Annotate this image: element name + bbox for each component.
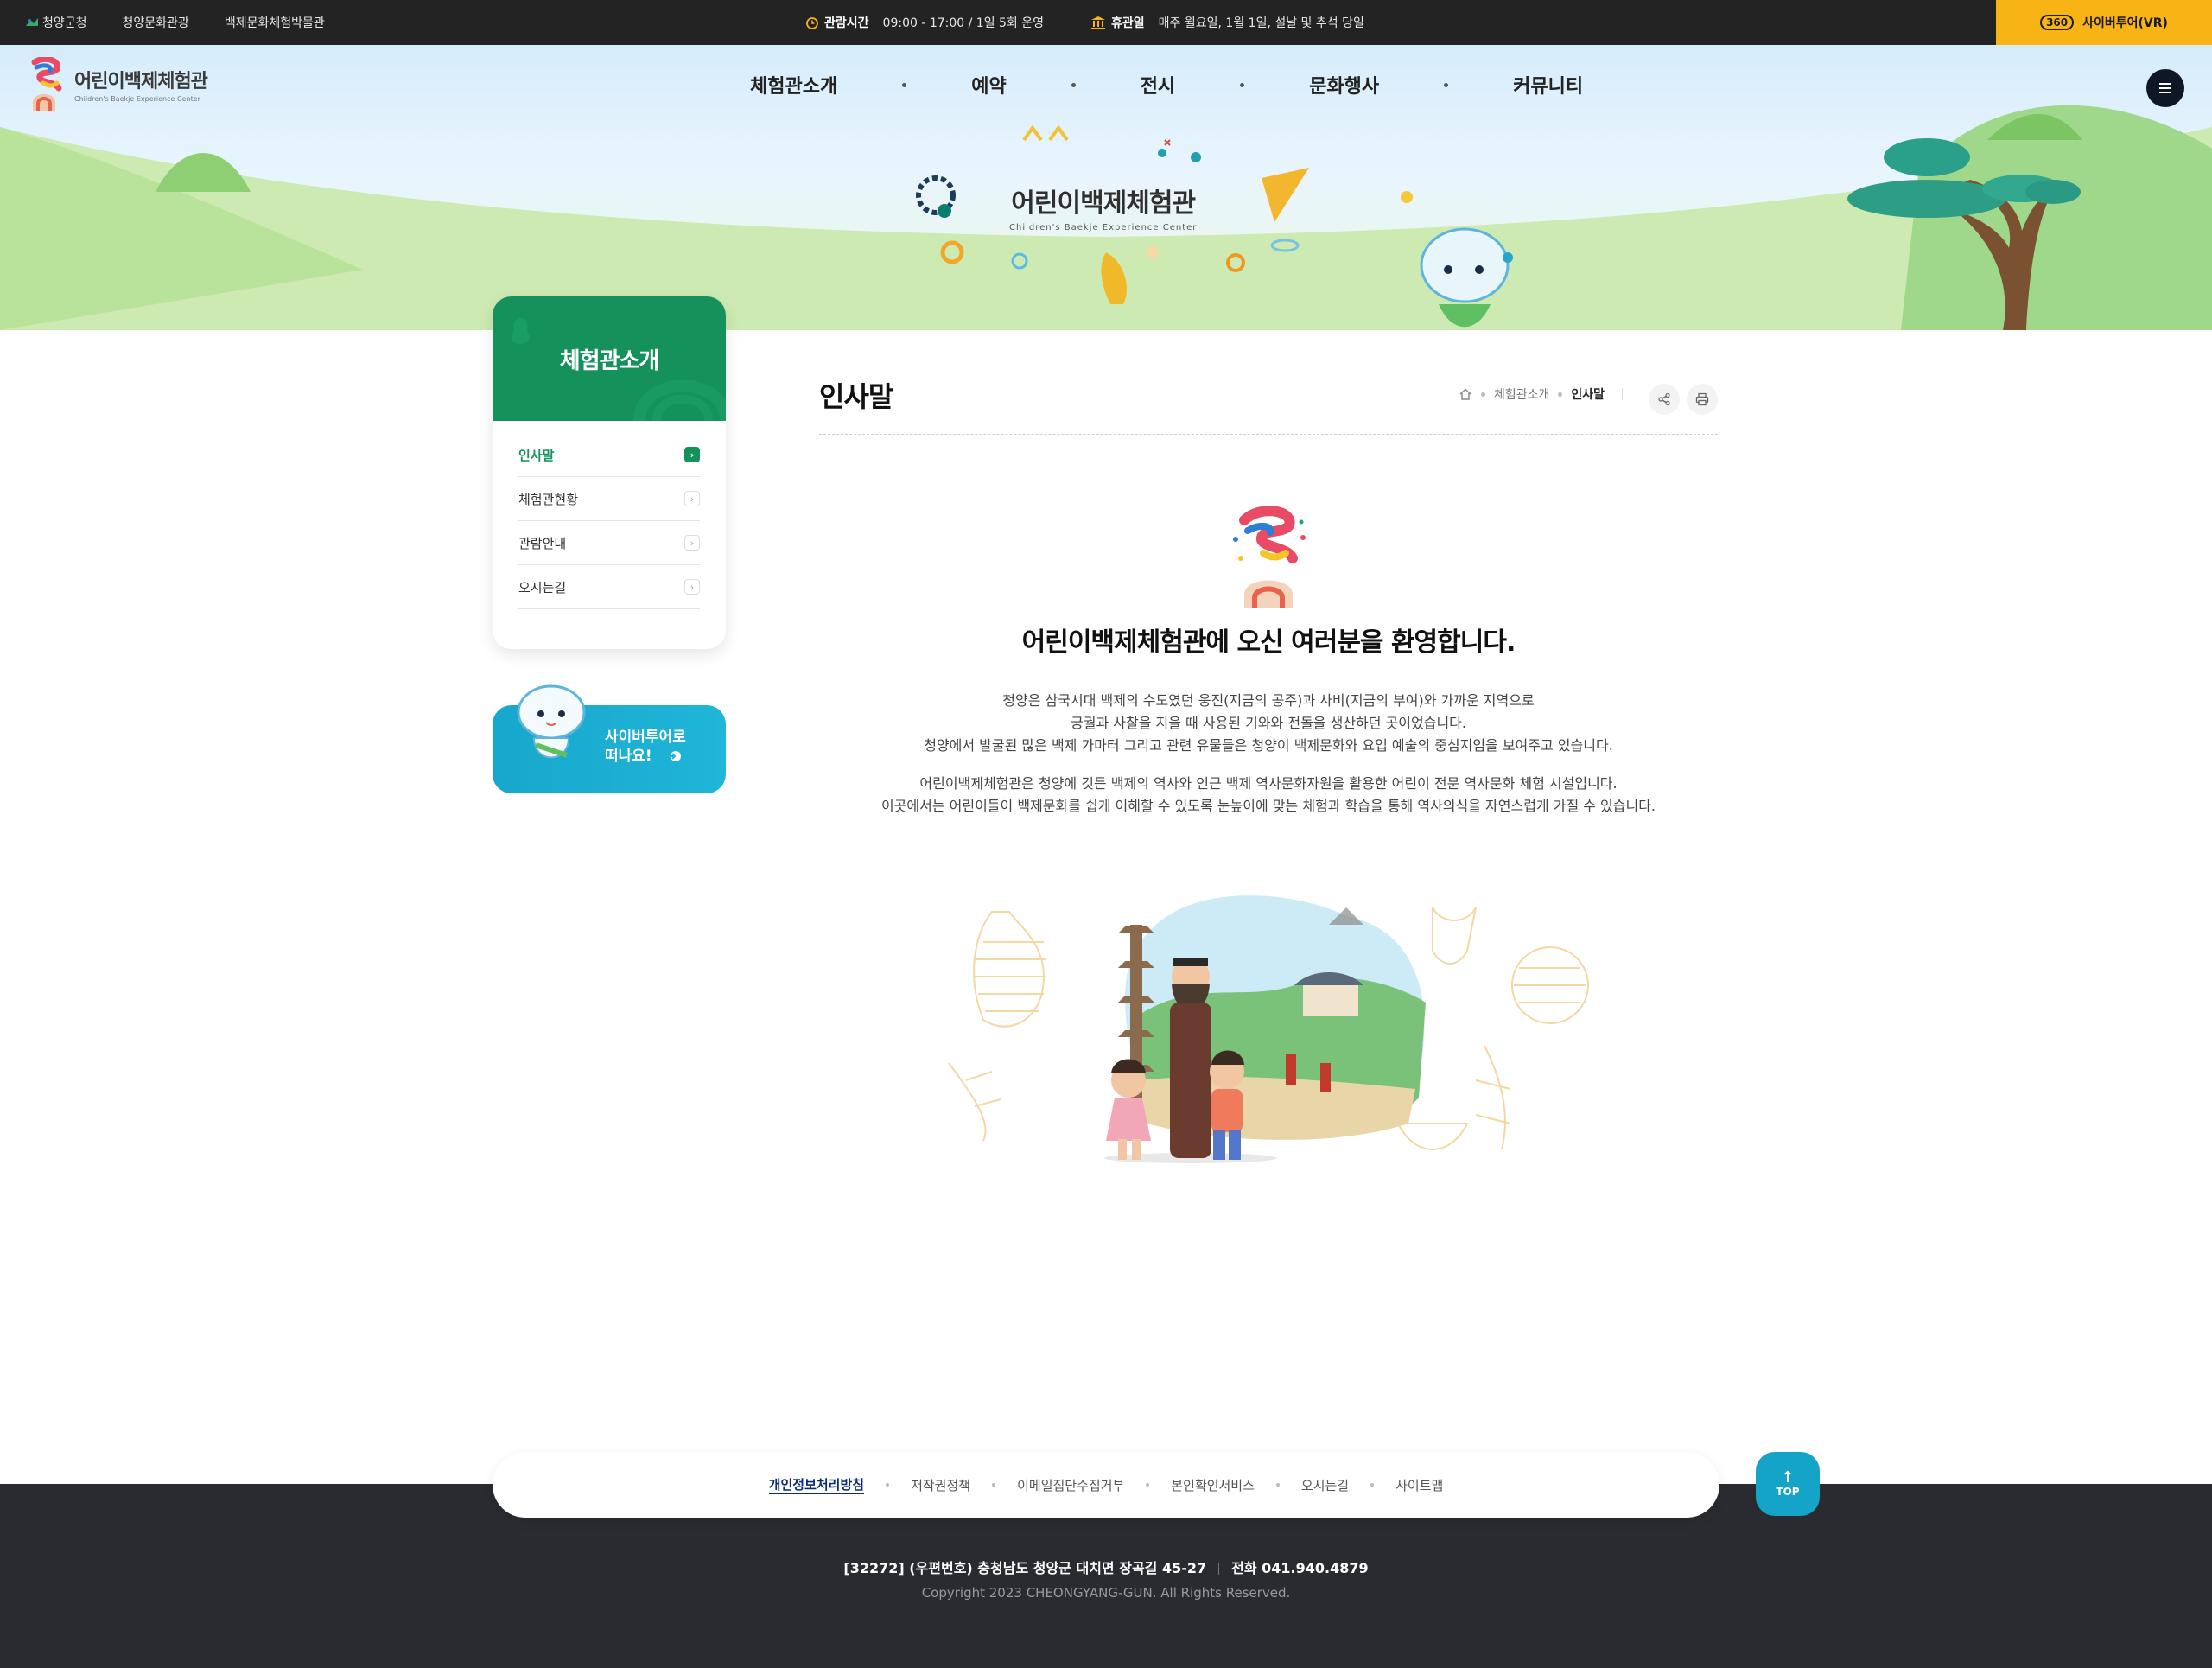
sidebar-item-directions[interactable]: 오시는길 ›	[518, 565, 700, 609]
intro-paragraph-2: 어린이백제체험관은 청양에 깃든 백제의 역사와 인근 백제 역사문화자원을 활…	[880, 775, 1656, 814]
nav-divider	[902, 82, 907, 87]
top-utility-bar: 청양군청 청양문화관광 백제문화체험박물관 관람시간 09:00 - 17:00…	[0, 0, 2212, 45]
home-icon[interactable]	[1459, 387, 1472, 401]
tourism-link[interactable]: 청양문화관광	[123, 14, 189, 31]
hamburger-menu-button[interactable]	[2146, 69, 2184, 107]
nav-divider	[1240, 82, 1245, 87]
sub-navigation: 체험관소개 인사말 › 체험관현황 › 관람안내 › 오시는길 ›	[493, 296, 726, 649]
cyber-tour-vr-button[interactable]: 360 사이버투어(VR)	[1996, 0, 2212, 45]
banner-line1: 사이버투어로	[605, 729, 686, 746]
directions-link[interactable]: 오시는길	[1301, 1476, 1349, 1494]
site-logo[interactable]: 어린이백제체험관 Children's Baekje Experience Ce…	[26, 57, 208, 111]
nav-events[interactable]: 문화행사	[1309, 71, 1379, 99]
vr-label: 사이버투어(VR)	[2082, 16, 2168, 30]
sitemap-link[interactable]: 사이트맵	[1395, 1476, 1443, 1494]
print-icon	[1695, 392, 1709, 406]
closed-label: 휴관일	[1111, 16, 1145, 30]
logo-mark-icon	[31, 57, 62, 111]
intro-paragraph-1: 청양은 삼국시대 백제의 수도였던 웅진(지금의 공주)과 사비(지금의 부여)…	[924, 692, 1613, 754]
hero-title: 어린이백제체험관 Children's Baekje Experience Ce…	[1009, 181, 1197, 232]
copyright-policy-link[interactable]: 저작권정책	[911, 1476, 970, 1494]
privacy-policy-link[interactable]: 개인정보처리방침	[768, 1475, 865, 1494]
mascot-icon	[517, 684, 586, 759]
email-refusal-link[interactable]: 이메일집단수집거부	[1017, 1476, 1124, 1494]
museum-link[interactable]: 백제문화체험박물관	[225, 14, 325, 31]
nav-divider	[1071, 82, 1076, 87]
share-icon	[1658, 392, 1670, 406]
welcome-heading: 어린이백제체험관에 오신 여러분을 환영합니다.	[1021, 627, 1516, 658]
hours-label: 관람시간	[824, 16, 869, 30]
chevron-right-icon: ›	[684, 535, 700, 551]
scroll-top-button[interactable]: ↑ TOP	[1756, 1452, 1820, 1516]
chevron-right-icon: ›	[684, 491, 700, 506]
main-navigation: 체험관소개 예약 전시 문화행사 커뮤니티	[750, 71, 1583, 99]
logo-title: 어린이백제체험관	[74, 70, 208, 92]
identity-verification-link[interactable]: 본인확인서비스	[1171, 1476, 1255, 1494]
banner-line2: 떠나요!	[605, 748, 652, 765]
breadcrumb: 체험관소개 인사말	[1459, 385, 1640, 403]
footer-phone: 전화 041.940.4879	[1231, 1560, 1369, 1576]
chevron-right-icon: ›	[684, 447, 700, 462]
baekje-illustration	[948, 895, 1589, 1163]
page-title: 인사말	[819, 380, 893, 413]
print-button[interactable]	[1687, 384, 1718, 415]
county-logo-icon	[26, 18, 38, 26]
nav-divider	[1444, 82, 1449, 87]
sub-navigation-title: 체험관소개	[559, 347, 660, 374]
cyber-tour-banner[interactable]: 사이버투어로 떠나요!	[493, 684, 726, 793]
sidebar-item-greeting[interactable]: 인사말 ›	[518, 433, 700, 477]
hero-title-en: Children's Baekje Experience Center	[1009, 223, 1198, 232]
hero-title-ko: 어린이백제체험관	[1011, 188, 1196, 219]
nav-exhibition[interactable]: 전시	[1141, 71, 1175, 99]
vr-360-icon: 360	[2040, 15, 2075, 30]
chevron-right-icon: ›	[684, 579, 700, 595]
arrow-right-icon	[662, 751, 681, 761]
footer-copyright: Copyright 2023 CHEONGYANG-GUN. All Right…	[921, 1585, 1291, 1601]
logo-subtitle: Children's Baekje Experience Center	[74, 94, 200, 103]
nav-about[interactable]: 체험관소개	[750, 71, 837, 99]
clock-icon	[806, 17, 818, 29]
sidebar-item-visit-guide[interactable]: 관람안내 ›	[518, 521, 700, 565]
footer-address: [32272] (우편번호) 충청남도 청양군 대치면 장곡길 45-27 전화 …	[843, 1560, 1369, 1576]
family-site-links: 청양군청 청양문화관광 백제문화체험박물관	[26, 0, 325, 45]
breadcrumb-current: 인사말	[1571, 388, 1605, 402]
arrow-up-icon: ↑	[1781, 1468, 1795, 1487]
hours-value: 09:00 - 17:00 / 1일 5회 운영	[882, 16, 1045, 30]
footer-links: 개인정보처리방침 저작권정책 이메일집단수집거부 본인확인서비스 오시는길 사이…	[493, 1452, 1719, 1518]
breadcrumb-level1[interactable]: 체험관소개	[1494, 385, 1549, 403]
symbol-logo-icon	[1233, 506, 1306, 608]
nav-community[interactable]: 커뮤니티	[1513, 71, 1583, 99]
share-button[interactable]	[1649, 384, 1680, 415]
closed-value: 매주 월요일, 1월 1일, 설날 및 추석 당일	[1158, 16, 1364, 30]
title-divider	[819, 434, 1718, 435]
building-icon	[1091, 16, 1106, 29]
nav-reservation[interactable]: 예약	[971, 71, 1006, 99]
hero-banner: 어린이백제체험관 Children's Baekje Experience Ce…	[0, 45, 2212, 330]
sub-navigation-header: 체험관소개	[493, 296, 726, 421]
hamburger-icon	[2159, 83, 2171, 85]
visit-info: 관람시간 09:00 - 17:00 / 1일 5회 운영 휴관일 매주 월요일…	[805, 0, 1364, 45]
county-link[interactable]: 청양군청	[26, 14, 87, 31]
sidebar-item-status[interactable]: 체험관현황 ›	[518, 477, 700, 521]
